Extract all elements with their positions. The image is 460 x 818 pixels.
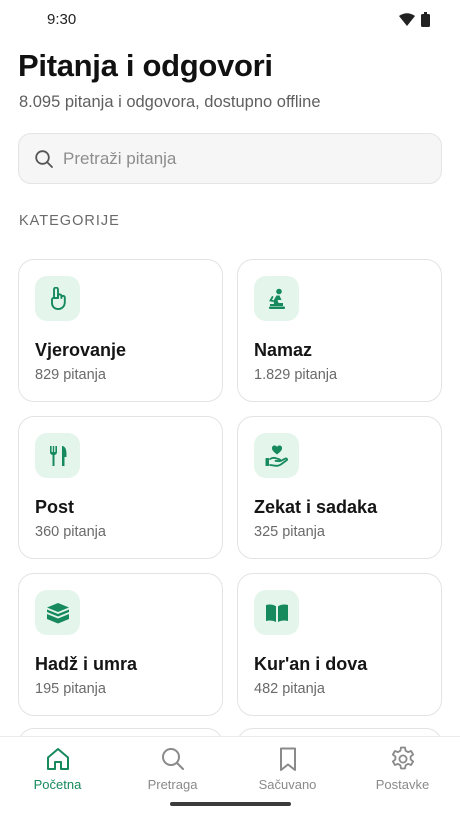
- category-title: Post: [35, 497, 75, 517]
- wifi-icon: [399, 13, 415, 31]
- fork-knife-icon: [35, 433, 80, 478]
- category-count: 360 pitanja: [35, 524, 106, 540]
- page-title: Pitanja i odgovori: [18, 48, 273, 83]
- category-title: Kur'an i dova: [254, 654, 368, 674]
- settings-gear-icon: [389, 745, 417, 773]
- nav-item-search[interactable]: Pretraga: [115, 737, 230, 801]
- status-bar: 9:30: [0, 0, 460, 40]
- category-card-hadz-i-umra[interactable]: Hadž i umra 195 pitanja: [18, 573, 223, 716]
- hand-heart-icon: [254, 433, 299, 478]
- open-book-icon: [254, 590, 299, 635]
- kaaba-icon: [35, 590, 80, 635]
- prayer-icon: [254, 276, 299, 321]
- raised-finger-icon: [35, 276, 80, 321]
- category-count: 1.829 pitanja: [254, 367, 338, 383]
- status-icons: [399, 12, 430, 32]
- category-count: 325 pitanja: [254, 524, 325, 540]
- search-icon: [34, 149, 54, 169]
- nav-label: Postavke: [375, 777, 430, 792]
- category-card-namaz[interactable]: Namaz 1.829 pitanja: [237, 259, 442, 402]
- nav-label: Početna: [33, 777, 82, 792]
- search-bar[interactable]: [18, 133, 442, 184]
- category-card-post[interactable]: Post 360 pitanja: [18, 416, 223, 559]
- search-input[interactable]: [63, 148, 403, 169]
- category-grid: Vjerovanje 829 pitanja Namaz 1.829 pitan…: [18, 259, 442, 716]
- battery-icon: [421, 12, 430, 32]
- category-count: 829 pitanja: [35, 367, 106, 383]
- category-card-kuran-i-dova[interactable]: Kur'an i dova 482 pitanja: [237, 573, 442, 716]
- search-icon: [159, 745, 187, 773]
- nav-item-home[interactable]: Početna: [0, 737, 115, 801]
- category-card-vjerovanje[interactable]: Vjerovanje 829 pitanja: [18, 259, 223, 402]
- category-title: Namaz: [254, 340, 313, 360]
- nav-label: Sačuvano: [258, 777, 317, 792]
- category-card-zekat-i-sadaka[interactable]: Zekat i sadaka 325 pitanja: [237, 416, 442, 559]
- status-time: 9:30: [47, 11, 77, 28]
- home-indicator[interactable]: [170, 802, 291, 806]
- category-count: 482 pitanja: [254, 681, 325, 697]
- category-title: Hadž i umra: [35, 654, 138, 674]
- section-label-categories: KATEGORIJE: [19, 213, 120, 229]
- page-subtitle: 8.095 pitanja i odgovora, dostupno offli…: [19, 93, 321, 111]
- nav-item-saved[interactable]: Sačuvano: [230, 737, 345, 801]
- bookmark-icon: [274, 745, 302, 773]
- nav-label: Pretraga: [147, 777, 198, 792]
- category-title: Vjerovanje: [35, 340, 127, 360]
- category-count: 195 pitanja: [35, 681, 106, 697]
- category-title: Zekat i sadaka: [254, 497, 378, 517]
- home-icon: [44, 745, 72, 773]
- nav-item-settings[interactable]: Postavke: [345, 737, 460, 801]
